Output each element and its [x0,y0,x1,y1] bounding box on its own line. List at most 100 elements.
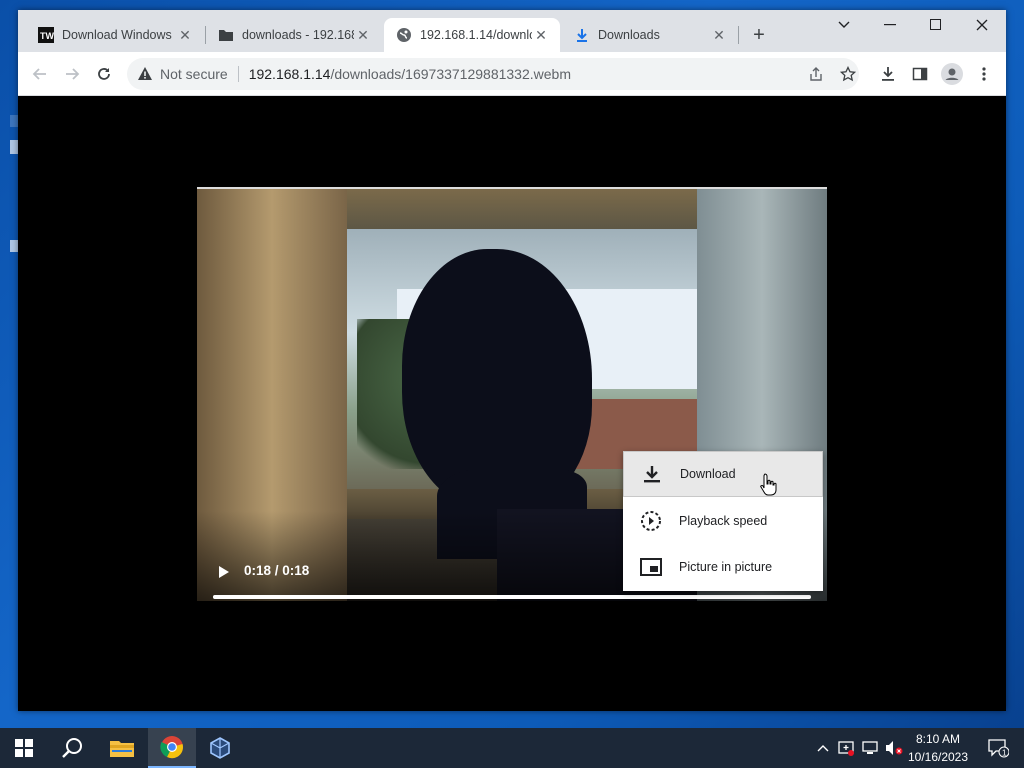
warning-icon[interactable] [137,66,153,82]
back-arrow-icon [32,68,46,80]
address-bar[interactable]: Not secure 192.168.1.14/downloads/169733… [127,58,859,90]
video-overflow-menu: Download Playback speed Picture in pictu… [623,451,823,591]
maximize-button[interactable] [913,10,959,40]
tab-downloads-page[interactable]: Downloads ✕ [562,18,738,52]
chrome-icon [160,736,183,759]
star-icon [840,66,856,82]
minimize-button[interactable] [867,10,913,40]
playback-speed-icon [639,509,663,533]
reload-icon [98,68,110,80]
chevron-up-icon [817,745,829,752]
security-shield-icon [838,741,854,756]
hand-cursor-icon [760,473,777,496]
video-progress-bar[interactable] [213,595,811,599]
folder-icon [110,741,134,757]
tab-search-button[interactable] [821,10,867,40]
maximize-icon [930,19,941,30]
show-hidden-icons-button[interactable] [814,728,832,768]
video-progress-fill [213,595,811,599]
desktop-icon-fragment [10,240,18,252]
taskbar-clock[interactable]: 8:10 AM 10/16/2023 [906,730,970,766]
tab-strip: TW Download Windows ✕ downloads - 192.16… [18,10,1006,52]
menu-item-picture-in-picture[interactable]: Picture in picture [623,544,823,590]
close-icon[interactable]: ✕ [532,26,550,44]
globe-icon [396,27,412,43]
bookmark-button[interactable] [834,60,862,88]
downloads-button[interactable] [874,60,902,88]
browser-window: TW Download Windows ✕ downloads - 192.16… [18,10,1006,711]
back-button[interactable] [26,60,54,88]
menu-item-label: Download [680,467,736,481]
desktop-icon-fragment [10,115,18,127]
play-icon[interactable] [215,564,231,580]
not-secure-label[interactable]: Not secure [160,66,228,82]
download-icon [574,27,590,43]
close-icon [976,19,988,31]
minimize-icon [884,24,896,26]
side-panel-icon [912,67,928,81]
svg-text:TW: TW [40,31,54,41]
action-center-button[interactable]: 1 [978,728,1018,768]
more-vertical-icon [982,67,986,81]
close-icon[interactable]: ✕ [354,26,372,44]
tab-title: 192.168.1.14/downlo [420,28,532,42]
url-text[interactable]: 192.168.1.14/downloads/1697337129881332.… [249,66,571,82]
close-window-button[interactable] [959,10,1005,40]
volume-muted-icon [886,741,903,755]
notification-icon: 1 [988,739,1009,758]
download-icon [640,462,664,486]
side-panel-button[interactable] [906,60,934,88]
tab-title: Downloads [598,28,660,42]
tab-downloads-folder[interactable]: downloads - 192.168 ✕ [206,18,382,52]
omnibox-divider [237,66,239,82]
close-icon[interactable]: ✕ [710,26,728,44]
menu-item-label: Playback speed [679,514,768,528]
network-icon [862,741,878,754]
tab-video-file[interactable]: 192.168.1.14/downlo ✕ [384,18,560,52]
clock-date: 10/16/2023 [907,750,969,764]
tab-title: Download Windows [62,28,172,42]
menu-item-download[interactable]: Download [623,451,823,497]
desktop-icon-fragment [10,140,18,154]
url-host: 192.168.1.14 [248,66,331,82]
start-button[interactable] [0,728,48,768]
taskbar-file-explorer[interactable] [98,728,146,768]
menu-item-label: Picture in picture [679,560,773,574]
share-button[interactable] [802,60,830,88]
new-tab-button[interactable]: + [746,22,772,48]
tab-title: downloads - 192.168 [242,28,354,42]
share-icon [810,67,822,81]
menu-button[interactable] [970,60,998,88]
folder-icon [218,27,234,43]
video-time-display: 0:18 / 0:18 [244,563,310,578]
url-path: /downloads/1697337129881332.webm [330,66,571,82]
tray-network-button[interactable] [860,728,880,768]
picture-in-picture-icon [639,555,663,579]
tray-security-icon-button[interactable] [836,728,856,768]
windows-logo-icon [15,739,33,757]
chevron-down-icon [838,21,850,28]
download-icon [882,67,894,81]
reload-button[interactable] [90,60,118,88]
notification-count: 1 [1002,749,1007,758]
tab-download-windows[interactable]: TW Download Windows ✕ [26,18,204,52]
forward-button[interactable] [58,60,86,88]
clock-time: 8:10 AM [915,732,961,746]
tab-separator [738,26,739,44]
page-content: 0:18 / 0:18 Download Playback speed Pict… [18,96,1006,711]
close-icon[interactable]: ✕ [176,26,194,44]
avatar-icon [941,63,963,85]
tray-volume-button[interactable] [884,728,904,768]
taskbar-virtualbox[interactable] [196,728,244,768]
search-button[interactable] [48,728,96,768]
profile-button[interactable] [938,60,966,88]
browser-toolbar: Not secure 192.168.1.14/downloads/169733… [18,52,1006,96]
menu-item-playback-speed[interactable]: Playback speed [623,498,823,544]
taskbar: 8:10 AM 10/16/2023 1 [0,728,1024,768]
tenforums-icon: TW [38,27,54,43]
search-icon [62,738,82,758]
forward-arrow-icon [66,68,80,80]
virtualbox-icon [210,737,230,759]
video-player[interactable]: 0:18 / 0:18 Download Playback speed Pict… [197,187,827,601]
taskbar-chrome[interactable] [148,728,196,768]
